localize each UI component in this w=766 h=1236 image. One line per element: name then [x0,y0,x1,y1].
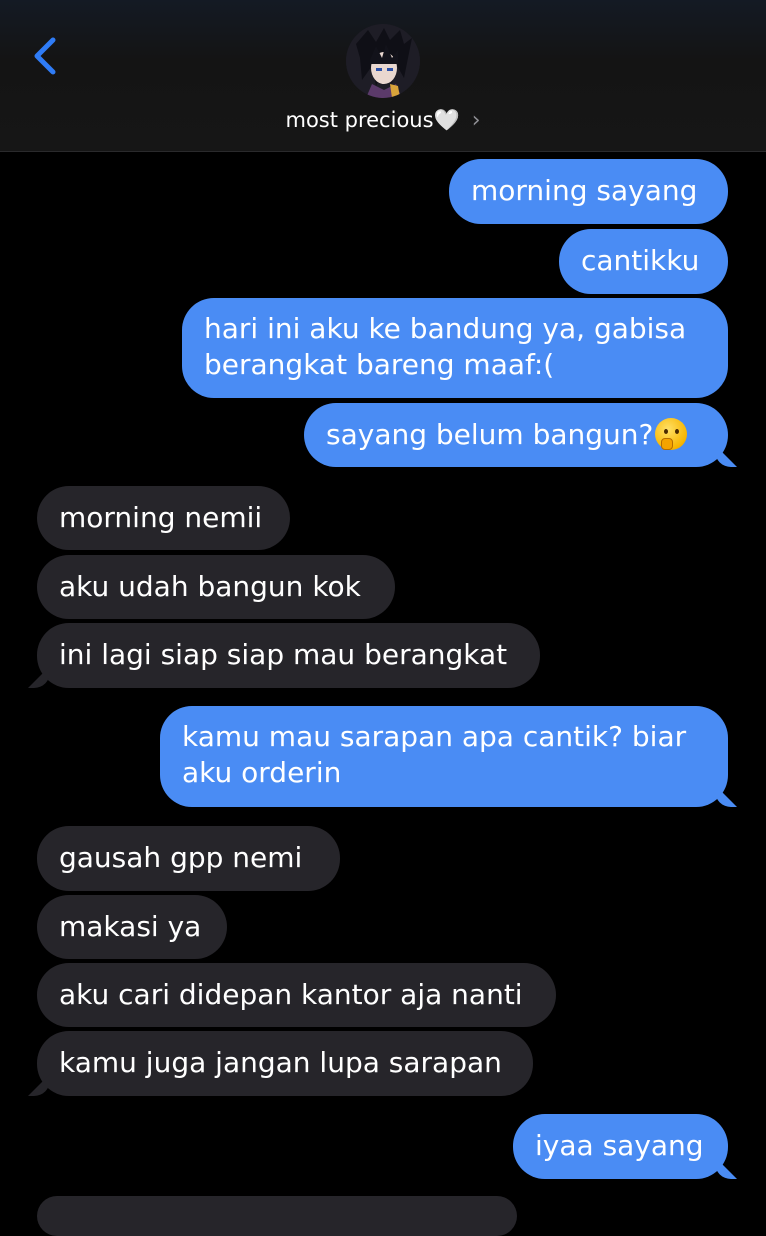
message-bubble-received[interactable]: aku udah bangun kok [37,555,395,619]
message-text: makasi ya [59,910,202,943]
message-bubble-sent[interactable]: kamu mau sarapan apa cantik? biar aku or… [160,706,728,807]
chevron-left-icon [34,37,56,75]
message-bubble-received[interactable]: gausah gpp nemi [37,826,340,891]
contact-name: most precious🤍 [285,107,460,132]
message-bubble-received[interactable]: ini lagi siap siap mau berangkat [37,623,540,688]
message-text: cantikku [581,244,700,277]
message-bubble-sent[interactable]: cantikku [559,229,728,294]
message-text: sayang belum bangun? [326,418,654,451]
message-text: iyaa sayang [535,1129,704,1162]
message-bubble-sent[interactable]: sayang belum bangun? [304,403,728,467]
message-bubble-sent[interactable]: morning sayang [449,159,728,224]
message-text-line: aku orderin [182,756,342,789]
message-bubble-received[interactable]: kamu juga jangan lupa sarapan [37,1031,533,1096]
message-bubble-sent[interactable]: iyaa sayang [513,1114,728,1179]
message-text: ini lagi siap siap mau berangkat [59,638,508,671]
message-text: morning nemii [59,501,263,534]
message-text: aku udah bangun kok [59,570,361,603]
thinking-face-emoji-icon [655,418,688,450]
message-bubble-received-partial[interactable] [37,1196,517,1236]
contact-avatar[interactable] [346,24,420,98]
message-text: aku cari didepan kantor aja nanti [59,978,523,1011]
contact-name-button[interactable]: most precious🤍 › [0,106,766,134]
message-text: kamu juga jangan lupa sarapan [59,1046,502,1079]
message-list: morning sayang cantikku hari ini aku ke … [0,0,766,1236]
conversation-header: most precious🤍 › [0,0,766,152]
message-text-line: kamu mau sarapan apa cantik? biar [182,720,687,753]
message-text: gausah gpp nemi [59,841,303,874]
chevron-right-icon: › [471,107,481,133]
back-button[interactable] [26,34,66,78]
message-bubble-received[interactable]: makasi ya [37,895,227,959]
message-bubble-sent[interactable]: hari ini aku ke bandung ya, gabisa beran… [182,298,728,398]
message-text-line: berangkat bareng maaf:( [204,348,555,381]
message-text: morning sayang [471,174,698,207]
avatar-image [346,24,420,98]
message-text-line: hari ini aku ke bandung ya, gabisa [204,312,687,345]
message-bubble-received[interactable]: aku cari didepan kantor aja nanti [37,963,556,1027]
message-bubble-received[interactable]: morning nemii [37,486,290,550]
